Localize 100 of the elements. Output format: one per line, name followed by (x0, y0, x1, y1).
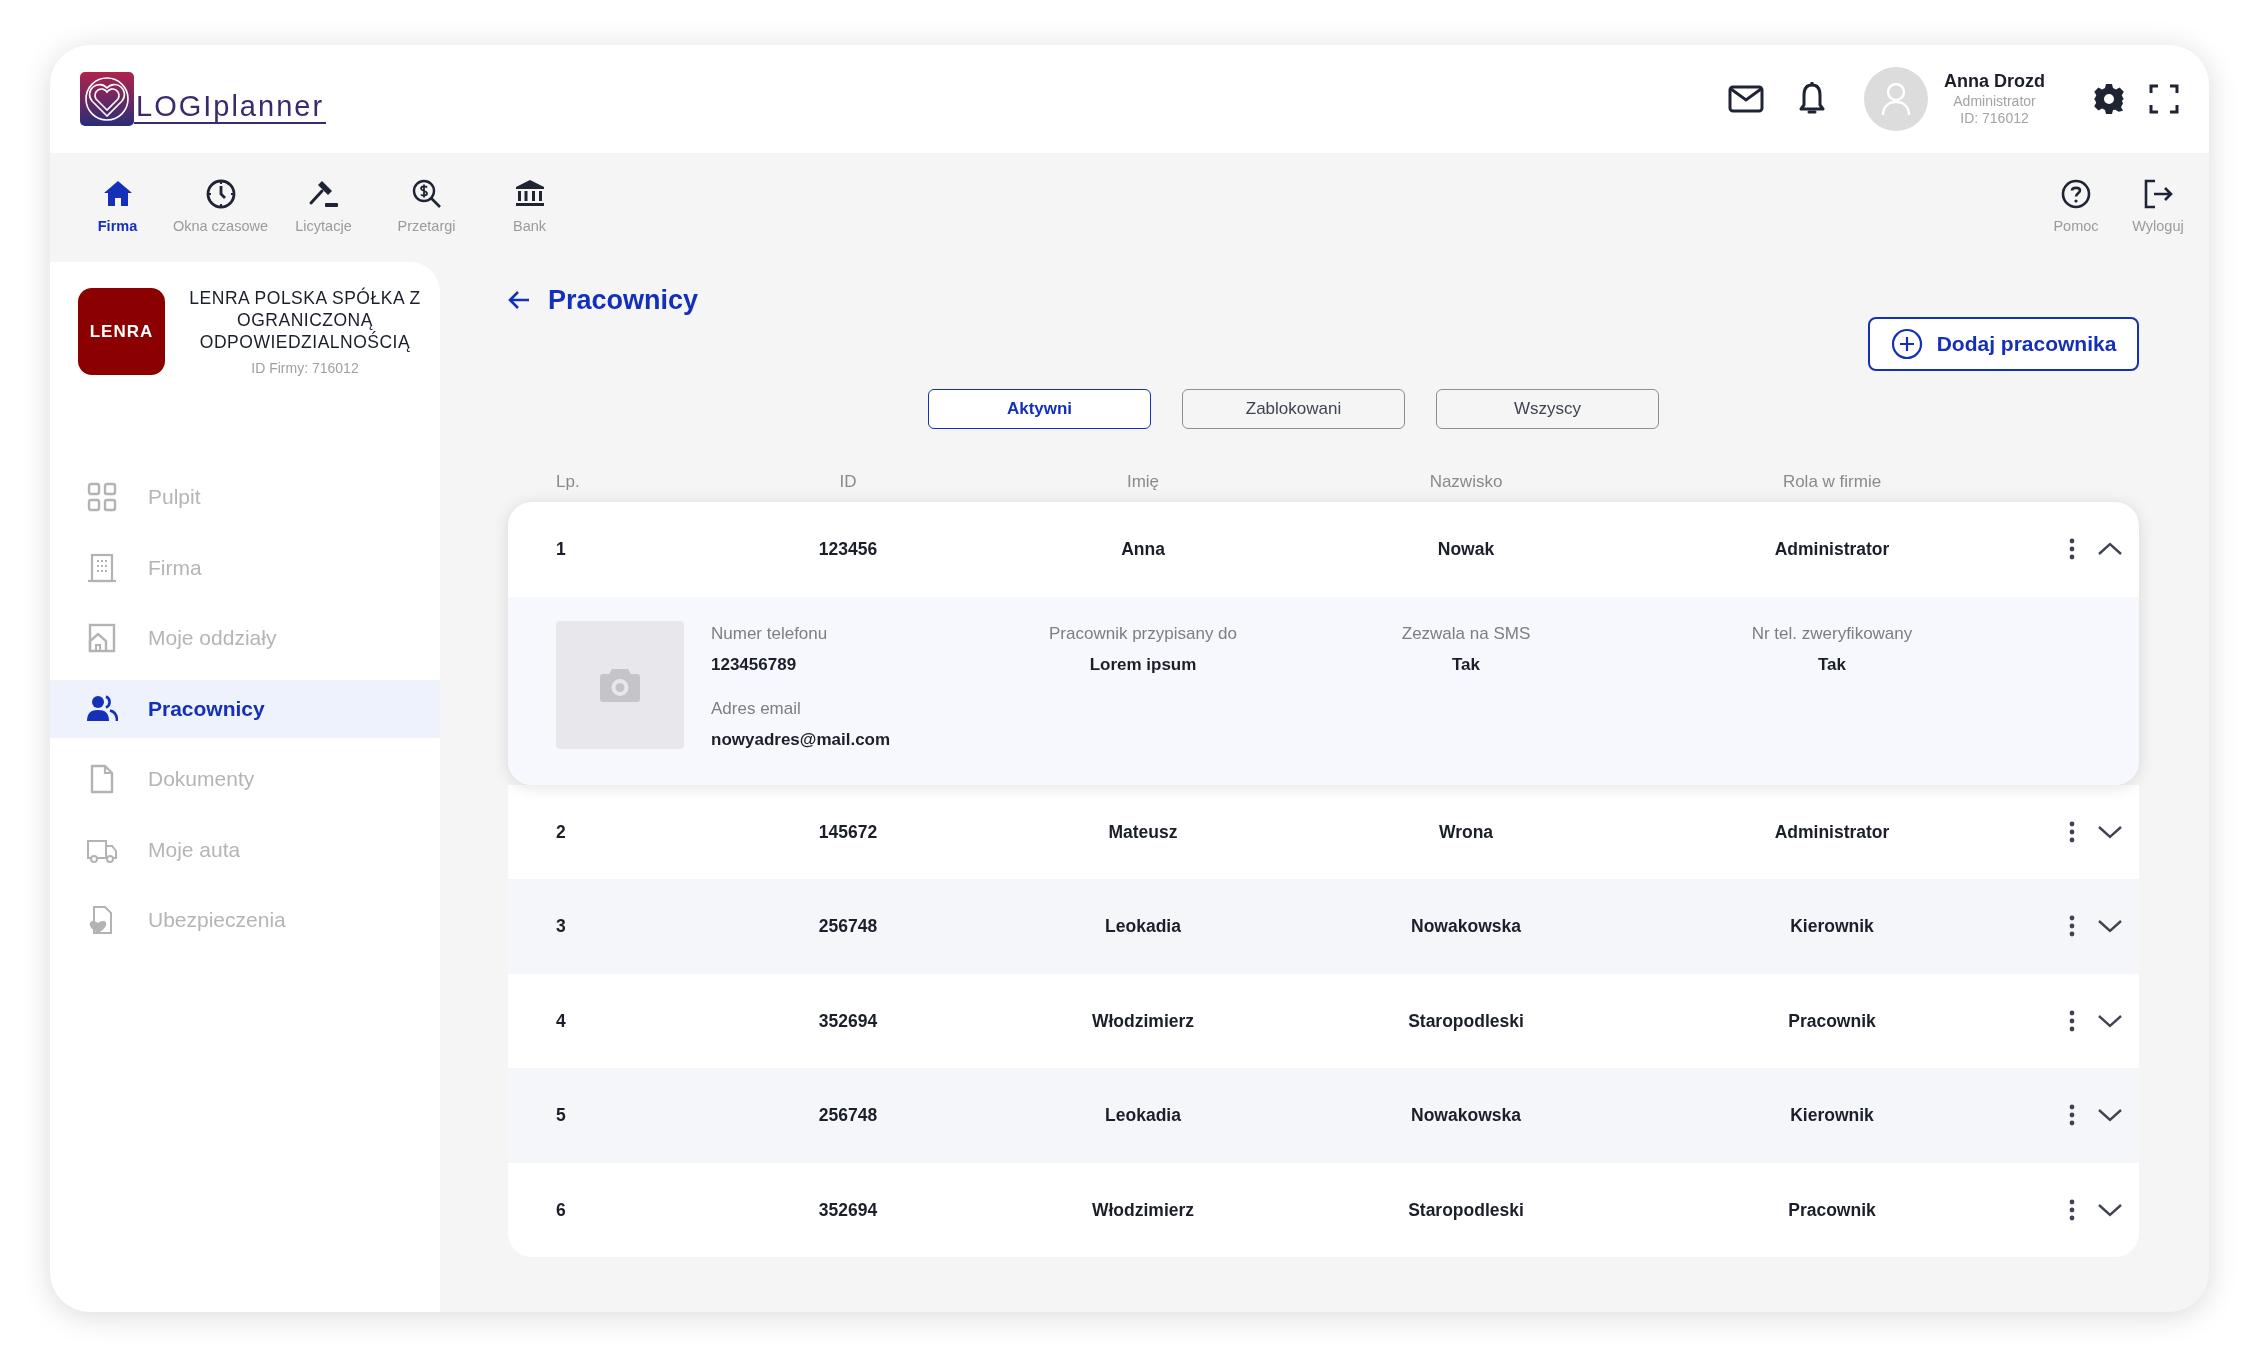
more-button[interactable] (2069, 820, 2075, 843)
table-cell-text: Mateusz (1107, 820, 1179, 844)
expand-toggle[interactable] (2097, 918, 2123, 935)
table-cell-text: Nowakowska (1410, 1104, 1522, 1128)
user-id: ID: 716012 (1959, 109, 2030, 127)
more-button[interactable] (2069, 1198, 2075, 1221)
filter-tab[interactable]: Aktywni (928, 388, 1151, 429)
nav-tab[interactable]: Licytacje (272, 177, 375, 238)
chevron-down-icon (2097, 1107, 2123, 1124)
table-cell-text: Wrona (1437, 820, 1495, 844)
table-cell-text: 145672 (817, 820, 879, 844)
table-cell-text: 352694 (817, 1198, 879, 1222)
field-value: nowyadres@mail.com (711, 729, 892, 751)
nav-tab[interactable]: Firma (66, 177, 169, 238)
kebab-icon (2069, 1009, 2075, 1032)
nav-tab[interactable]: Okna czasowe (169, 177, 272, 238)
kebab-icon (2069, 538, 2075, 561)
table-cell-text: Kierownik (1789, 915, 1875, 939)
filter-tab[interactable]: Wszyscy (1436, 388, 1659, 429)
chevron-up-icon (2097, 541, 2123, 558)
back-button[interactable] (508, 290, 530, 311)
more-button[interactable] (2069, 1104, 2075, 1127)
chevron-down-icon (2097, 918, 2123, 935)
column-header: Lp. (556, 470, 581, 493)
expand-toggle[interactable] (2097, 823, 2123, 840)
sidebar-item[interactable]: Dokumenty (50, 750, 440, 808)
more-button[interactable] (2069, 538, 2075, 561)
kebab-icon (2069, 820, 2075, 843)
house-icon (86, 622, 118, 654)
more-button[interactable] (2069, 1009, 2075, 1032)
field-label: Pracownik przypisany do (1048, 622, 1238, 645)
table-cell-text: 352694 (817, 1009, 879, 1033)
table-cell-text: Anna (1120, 538, 1166, 562)
field-value: Lorem ipsum (1088, 654, 1198, 676)
arrow-left-icon (508, 290, 530, 311)
field-label: Zezwala na SMS (1400, 622, 1532, 645)
column-header: ID (838, 470, 858, 493)
field-label: Numer telefonu (711, 622, 829, 645)
mail-icon[interactable] (1728, 85, 1764, 113)
table-cell-text: Pracownik (1787, 1198, 1877, 1222)
field-label: Adres email (711, 697, 802, 720)
camera-icon (599, 666, 641, 703)
settings-icon[interactable] (2093, 83, 2125, 115)
kebab-icon (2069, 915, 2075, 938)
table-cell-text: Administrator (1773, 820, 1891, 844)
sidebar-item[interactable]: Firma (50, 538, 440, 597)
table-cell-text: Włodzimierz (1090, 1009, 1196, 1033)
expand-toggle[interactable] (2097, 541, 2123, 558)
table-cell-text: Leokadia (1104, 1104, 1182, 1128)
table-cell-text: 5 (556, 1104, 567, 1128)
field-value: Tak (1450, 654, 1481, 676)
nav-link[interactable]: Wyloguj (2117, 177, 2199, 238)
table-cell-text: Staropodleski (1407, 1009, 1525, 1033)
table-cell-text: Kierownik (1789, 1104, 1875, 1128)
kebab-icon (2069, 1198, 2075, 1221)
column-header: Imię (1125, 470, 1161, 493)
table-cell-text: Nowak (1436, 538, 1496, 562)
expand-toggle[interactable] (2097, 1201, 2123, 1218)
user-icon (1881, 82, 1911, 116)
column-header: Nazwisko (1428, 470, 1504, 493)
sidebar-item[interactable]: Ubezpieczenia (50, 891, 440, 949)
column-header: Rola w firmie (1781, 470, 1883, 493)
table-cell-text: Włodzimierz (1090, 1198, 1196, 1222)
expand-toggle[interactable] (2097, 1012, 2123, 1029)
company-name: LENRA POLSKA SPÓŁKA Z OGRANICZONĄ ODPOWIEDZIALNOŚCIĄ (188, 288, 422, 354)
table-cell-text: 256748 (817, 915, 879, 939)
logo-icon (80, 72, 134, 126)
sidebar-item[interactable]: Moje oddziały (50, 609, 440, 667)
table-cell-text: 123456 (817, 538, 879, 562)
plus-circle-icon (1890, 327, 1923, 360)
table-cell-text: Administrator (1773, 538, 1891, 562)
nav-tab[interactable]: Bank (478, 177, 581, 238)
table-cell-text: 1 (556, 538, 567, 562)
nav-tab[interactable]: Przetargi (375, 177, 478, 238)
company-logo: LENRA (78, 288, 165, 375)
user-name: Anna Drozd (1944, 71, 2045, 93)
building-icon (86, 551, 118, 584)
sidebar-item[interactable]: Pracownicy (50, 679, 440, 738)
page-title: Pracownicy (548, 284, 699, 317)
field-value: Tak (1816, 654, 1847, 676)
sidebar-item[interactable]: Moje auta (50, 820, 440, 879)
table-cell-text: 6 (556, 1198, 567, 1222)
nav-link[interactable]: Pomoc (2035, 177, 2117, 238)
chevron-down-icon (2097, 1012, 2123, 1029)
help-icon (2060, 177, 2092, 210)
logo-text: LOGIplanner (134, 92, 327, 124)
expand-toggle[interactable] (2097, 1107, 2123, 1124)
chevron-down-icon (2097, 1201, 2123, 1218)
fullscreen-icon[interactable] (2149, 84, 2179, 114)
bell-icon[interactable] (1798, 81, 1826, 117)
field-value: 123456789 (711, 654, 798, 676)
more-button[interactable] (2069, 915, 2075, 938)
clock-icon (204, 177, 237, 210)
sidebar-item[interactable]: Pulpit (50, 468, 440, 526)
filter-tab[interactable]: Zablokowani (1182, 388, 1405, 429)
logout-icon (2142, 177, 2174, 210)
chevron-down-icon (2097, 823, 2123, 840)
add-employee-button[interactable]: Dodaj pracownika (1868, 316, 2139, 371)
table-cell-text: 2 (556, 820, 567, 844)
table-cell-text: Leokadia (1104, 915, 1182, 939)
